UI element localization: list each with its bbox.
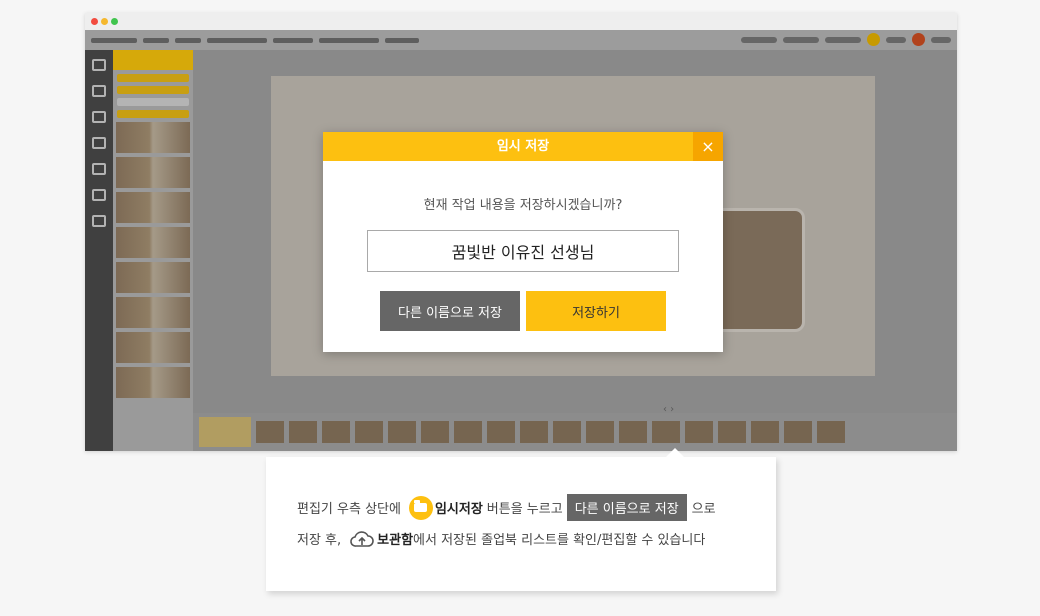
filmstrip-page[interactable] bbox=[586, 421, 614, 443]
order-toolbar-button[interactable] bbox=[912, 33, 925, 46]
toolbar-item[interactable] bbox=[207, 37, 267, 43]
photo-thumbnail[interactable] bbox=[116, 192, 190, 223]
panel-button[interactable] bbox=[117, 74, 189, 82]
save-as-button[interactable]: 다른 이름으로 저장 bbox=[380, 291, 520, 331]
photo-thumbnail[interactable] bbox=[116, 227, 190, 258]
photo-thumbnail[interactable] bbox=[116, 157, 190, 188]
filmstrip-page[interactable] bbox=[487, 421, 515, 443]
toolbar-right-item[interactable] bbox=[931, 36, 951, 43]
toolbar-item[interactable] bbox=[91, 37, 137, 43]
filmstrip-page[interactable] bbox=[817, 421, 845, 443]
modal-title: 임시 저장 bbox=[496, 139, 550, 154]
panel-select[interactable] bbox=[117, 98, 189, 106]
panel-header bbox=[113, 50, 193, 70]
close-icon[interactable]: × bbox=[693, 132, 723, 161]
temp-save-modal: 임시 저장 × 현재 작업 내용을 저장하시겠습니까? 다른 이름으로 저장 저… bbox=[323, 132, 723, 352]
info-line-1: 편집기 우측 상단에 임시저장 버튼을 누르고 다른 이름으로 저장 으로 bbox=[297, 494, 716, 521]
photo-thumbnail[interactable] bbox=[116, 262, 190, 293]
toolbar-item[interactable] bbox=[143, 37, 169, 43]
close-window-dot[interactable] bbox=[91, 18, 98, 25]
filmstrip-page[interactable] bbox=[718, 421, 746, 443]
filmstrip-page[interactable] bbox=[553, 421, 581, 443]
toolbar-item[interactable] bbox=[319, 37, 379, 43]
filmstrip-page[interactable] bbox=[289, 421, 317, 443]
temp-save-toolbar-button[interactable] bbox=[867, 33, 880, 46]
photo-thumbnail[interactable] bbox=[116, 122, 190, 153]
filmstrip-page[interactable] bbox=[619, 421, 647, 443]
info-text: 편집기 우측 상단에 bbox=[297, 502, 401, 517]
photo-thumbnail-panel bbox=[113, 50, 193, 451]
info-text: 에서 저장된 졸업북 리스트를 확인/편집할 수 있습니다 bbox=[413, 533, 706, 548]
filmstrip-page[interactable] bbox=[652, 421, 680, 443]
toolbar-right-item[interactable] bbox=[825, 36, 861, 43]
window-titlebar bbox=[85, 13, 957, 30]
sidebar-tool-icon[interactable] bbox=[92, 163, 106, 175]
filmstrip-page[interactable] bbox=[322, 421, 350, 443]
sidebar-tool-icon[interactable] bbox=[92, 85, 106, 97]
save-question: 현재 작업 내용을 저장하시겠습니까? bbox=[423, 198, 623, 213]
info-text: 버튼을 누르고 bbox=[486, 502, 563, 517]
filmstrip-page[interactable] bbox=[355, 421, 383, 443]
filmstrip-page[interactable] bbox=[388, 421, 416, 443]
filmstrip-page[interactable] bbox=[751, 421, 779, 443]
filmstrip-page[interactable] bbox=[256, 421, 284, 443]
filmstrip-page[interactable] bbox=[784, 421, 812, 443]
info-text: 저장 후, bbox=[297, 533, 342, 548]
sidebar-tool-icon[interactable] bbox=[92, 215, 106, 227]
panel-button[interactable] bbox=[117, 86, 189, 94]
info-bold-text: 보관함 bbox=[377, 533, 414, 548]
filmstrip-page[interactable] bbox=[685, 421, 713, 443]
page-filmstrip bbox=[193, 413, 957, 451]
sidebar-tool-icon[interactable] bbox=[92, 189, 106, 201]
card-pointer bbox=[666, 448, 684, 457]
save-button[interactable]: 저장하기 bbox=[526, 291, 666, 331]
info-bold-text: 임시저장 bbox=[434, 502, 483, 517]
toolbar-item[interactable] bbox=[175, 37, 201, 43]
zoom-slider[interactable] bbox=[273, 37, 313, 43]
photo-thumbnail[interactable] bbox=[116, 297, 190, 328]
editor-left-iconbar bbox=[85, 50, 113, 451]
filmstrip-page[interactable] bbox=[520, 421, 548, 443]
editor-toolbar bbox=[85, 30, 957, 50]
filmstrip-page[interactable] bbox=[421, 421, 449, 443]
toolbar-right-item[interactable] bbox=[783, 36, 819, 43]
info-text: 으로 bbox=[691, 502, 716, 517]
sidebar-tool-icon[interactable] bbox=[92, 111, 106, 123]
save-as-chip: 다른 이름으로 저장 bbox=[566, 494, 687, 521]
page-photo[interactable] bbox=[713, 208, 805, 332]
toolbar-right-item[interactable] bbox=[886, 36, 906, 43]
modal-header: 임시 저장 × bbox=[323, 132, 723, 161]
cloud-upload-icon bbox=[350, 530, 374, 547]
photo-thumbnail[interactable] bbox=[116, 367, 190, 398]
project-name-input[interactable] bbox=[367, 230, 679, 272]
toolbar-right-item[interactable] bbox=[741, 36, 777, 43]
filmstrip-page[interactable] bbox=[199, 417, 251, 447]
maximize-window-dot[interactable] bbox=[111, 18, 118, 25]
info-card: 편집기 우측 상단에 임시저장 버튼을 누르고 다른 이름으로 저장 으로 저장… bbox=[266, 448, 776, 591]
info-line-2: 저장 후, 보관함 에서 저장된 졸업북 리스트를 확인/편집할 수 있습니다 bbox=[297, 529, 705, 548]
toolbar-item[interactable] bbox=[385, 37, 419, 43]
folder-icon bbox=[408, 495, 433, 520]
panel-button[interactable] bbox=[117, 110, 189, 118]
sidebar-tool-icon[interactable] bbox=[92, 137, 106, 149]
sidebar-tool-icon[interactable] bbox=[92, 59, 106, 71]
photo-thumbnail[interactable] bbox=[116, 332, 190, 363]
minimize-window-dot[interactable] bbox=[101, 18, 108, 25]
filmstrip-page[interactable] bbox=[454, 421, 482, 443]
